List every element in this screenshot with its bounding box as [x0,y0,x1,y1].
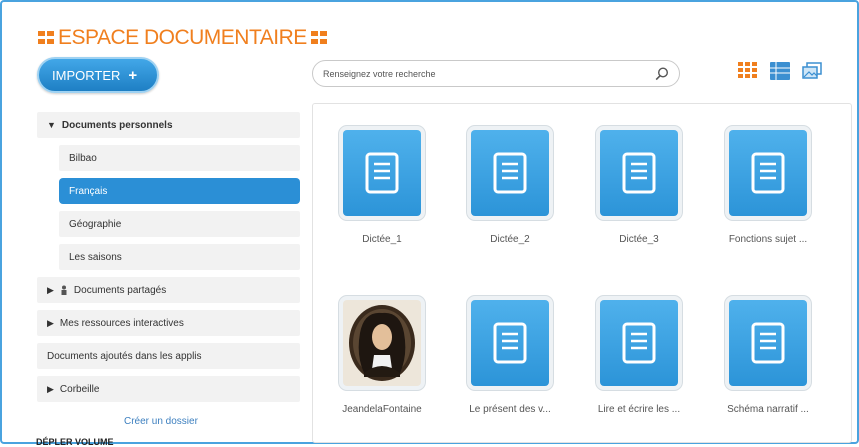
file-name: Fonctions sujet ... [728,234,808,245]
search-icon[interactable] [655,66,669,81]
page-title: ESPACE DOCUMENTAIRE [58,26,307,49]
shelf-icon [38,31,54,44]
file-name: Dictée_3 [619,234,659,245]
sidebar-item-francais[interactable]: Français [59,178,300,204]
file-name: Dictée_2 [490,234,530,245]
file-tile[interactable]: Dictée_3 [579,130,699,245]
file-name: Lire et écrire les ... [597,404,681,415]
plus-icon: + [128,66,138,84]
file-name: Dictée_1 [362,234,402,245]
file-tile[interactable]: JeandelaFontaine [322,300,442,415]
search-placeholder: Renseignez votre recherche [323,68,436,79]
create-folder-link[interactable]: Créer un dossier [124,416,198,427]
sidebar-item-corbeille[interactable]: ▶ Corbeille [37,376,300,402]
expand-arrow-icon: ▶ [47,317,54,328]
search-input[interactable]: Renseignez votre recherche [312,60,680,87]
sidebar-item-bilbao[interactable]: Bilbao [59,145,300,171]
file-tile[interactable]: Schéma narratif ... [708,300,828,415]
document-icon [471,300,549,386]
file-tile[interactable]: Dictée_2 [450,130,570,245]
file-name: JeandelaFontaine [342,404,422,415]
document-icon [343,130,421,216]
file-name: Le présent des v... [469,404,551,415]
import-button[interactable]: IMPORTER + [37,57,159,93]
list-view-icon[interactable] [770,62,790,80]
file-tile[interactable]: Dictée_1 [322,130,442,245]
file-tile[interactable]: Lire et écrire les ... [579,300,699,415]
document-icon [600,300,678,386]
app-header: ESPACE DOCUMENTAIRE [38,25,327,51]
sidebar-item-mes-ressources-interactives[interactable]: ▶ Mes ressources interactives [37,310,300,336]
sidebar-item-les-saisons[interactable]: Les saisons [59,244,300,270]
document-icon [471,130,549,216]
slideshow-view-icon[interactable] [802,62,822,80]
document-icon [729,130,807,216]
file-tile[interactable]: Fonctions sujet ... [708,130,828,245]
sidebar-item-documents-ajoutes[interactable]: Documents ajoutés dans les applis [37,343,300,369]
sidebar-item-label: Mes ressources interactives [59,317,184,329]
document-icon [600,130,678,216]
sidebar-item-label: Documents partagés [73,284,167,296]
import-button-label: IMPORTER [52,67,121,83]
view-mode-switcher [738,62,822,80]
sidebar-item-label: Les saisons [69,251,122,263]
sidebar-item-label: Documents personnels [61,119,173,131]
sidebar-item-documents-personnels[interactable]: ▼ Documents personnels [37,112,300,138]
file-tile[interactable]: Le présent des v... [450,300,570,415]
shelf-icon [310,31,327,44]
expand-arrow-icon: ▶ [47,284,54,295]
document-icon [729,300,807,386]
expand-arrow-icon: ▼ [47,120,56,130]
sidebar-item-documents-partages[interactable]: ▶ Documents partagés [37,277,300,303]
sidebar-item-geographie[interactable]: Géographie [59,211,300,237]
portrait-thumbnail [343,300,421,386]
user-icon [61,285,67,295]
file-name: Schéma narratif ... [727,404,809,415]
sidebar-item-label: Corbeille [59,383,100,395]
sidebar-item-label: Géographie [69,218,122,230]
sidebar-item-label: Français [69,185,108,197]
sidebar-item-label: Documents ajoutés dans les applis [47,350,202,362]
volume-label: DÉPLER VOLUME [36,437,114,447]
sidebar: ▼ Documents personnels Bilbao Français G… [37,112,300,409]
sidebar-item-label: Bilbao [69,152,97,164]
grid-view-icon[interactable] [738,62,758,80]
expand-arrow-icon: ▶ [47,383,54,394]
